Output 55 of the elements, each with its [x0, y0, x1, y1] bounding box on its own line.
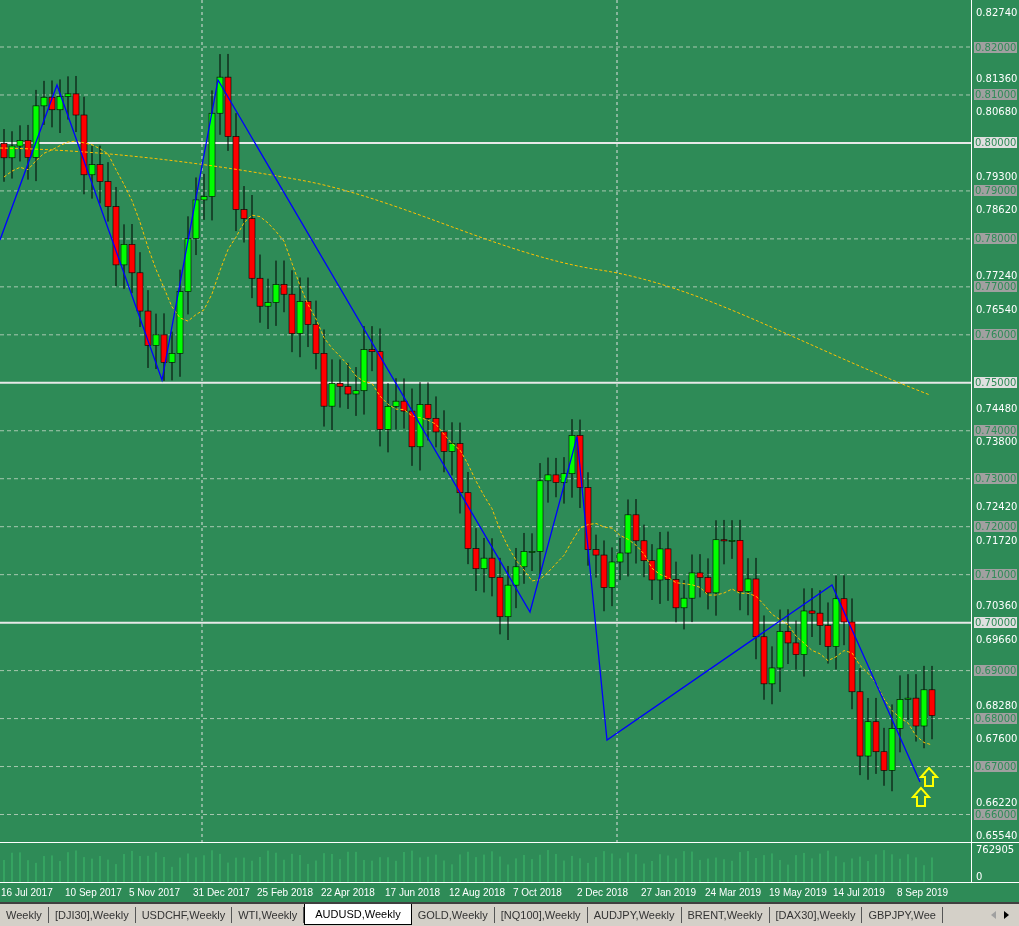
price-level-label: 0.79000 — [974, 185, 1018, 197]
price-level-label: 0.81000 — [974, 89, 1018, 101]
time-axis-label: 22 Apr 2018 — [321, 887, 376, 899]
time-axis-label: 10 Sep 2017 — [65, 887, 123, 899]
price-level-label: 0.73000 — [974, 473, 1018, 485]
price-axis-label: 0.72420 — [975, 501, 1019, 513]
time-axis-label: 14 Jul 2019 — [833, 887, 886, 899]
price-level-label: 0.66000 — [974, 809, 1018, 820]
up-arrow-icon — [910, 786, 932, 807]
time-axis-label: 31 Dec 2017 — [193, 887, 251, 899]
price-axis-label: 0.82740 — [975, 6, 1019, 18]
price-axis-label: 0.78620 — [975, 204, 1019, 216]
price-axis-label: 0.71720 — [975, 535, 1019, 546]
time-axis-label: 5 Nov 2017 — [129, 887, 182, 899]
price-axis-label: 0.80680 — [975, 106, 1019, 118]
price-level-label: 0.82000 — [974, 41, 1018, 53]
time-axis-label: 7 Oct 2018 — [513, 887, 563, 899]
volume-axis-label: 762905 — [975, 844, 1016, 855]
price-level-label: 0.71000 — [974, 569, 1018, 581]
price-axis-label: 0.67600 — [975, 732, 1019, 744]
time-axis-label: 25 Feb 2018 — [257, 887, 315, 899]
price-axis-label: 0.81360 — [975, 72, 1019, 84]
price-axis-label: 0.74480 — [975, 402, 1019, 414]
time-axis-label: 17 Jun 2018 — [385, 887, 442, 899]
time-axis-label: 24 Mar 2019 — [705, 887, 763, 899]
price-level-label: 0.68000 — [974, 713, 1018, 725]
price-axis-label: 0.68280 — [975, 700, 1019, 711]
time-axis-label: 27 Jan 2019 — [641, 887, 698, 899]
price-level-label: 0.67000 — [974, 761, 1018, 773]
time-axis-label: 19 May 2019 — [769, 887, 828, 899]
price-level-label: 0.69000 — [974, 665, 1018, 677]
time-axis-label: 12 Aug 2018 — [449, 887, 507, 899]
scroll-right-icon[interactable] — [1004, 911, 1009, 919]
price-axis-label: 0.65540 — [975, 830, 1019, 842]
time-axis-label: 2 Dec 2018 — [577, 887, 630, 899]
price-level-label: 0.74000 — [974, 425, 1018, 437]
price-axis-label: 0.66220 — [975, 796, 1019, 808]
price-level-label: 0.77000 — [974, 281, 1018, 293]
price-level-label: 0.80000 — [974, 137, 1018, 149]
time-axis-label: 16 Jul 2017 — [1, 887, 54, 899]
price-axis-label: 0.76540 — [975, 303, 1019, 315]
price-axis-label: 0.69660 — [975, 633, 1019, 645]
symbol-tab[interactable]: AUDUSD,Weekly — [304, 904, 412, 925]
price-level-label: 0.78000 — [974, 233, 1018, 245]
price-level-label: 0.72000 — [974, 521, 1018, 533]
volume-axis-label: 0 — [975, 871, 984, 882]
price-level-label: 0.75000 — [974, 377, 1018, 389]
up-arrow-icon — [918, 766, 940, 787]
price-axis-label: 0.79300 — [975, 171, 1019, 183]
price-axis-label: 0.77240 — [975, 270, 1019, 282]
price-level-label: 0.70000 — [974, 617, 1018, 629]
time-axis-label: 8 Sep 2019 — [897, 887, 950, 899]
price-level-label: 0.76000 — [974, 329, 1018, 341]
price-axis-label: 0.70360 — [975, 600, 1019, 612]
price-axis-label: 0.73800 — [975, 436, 1019, 448]
